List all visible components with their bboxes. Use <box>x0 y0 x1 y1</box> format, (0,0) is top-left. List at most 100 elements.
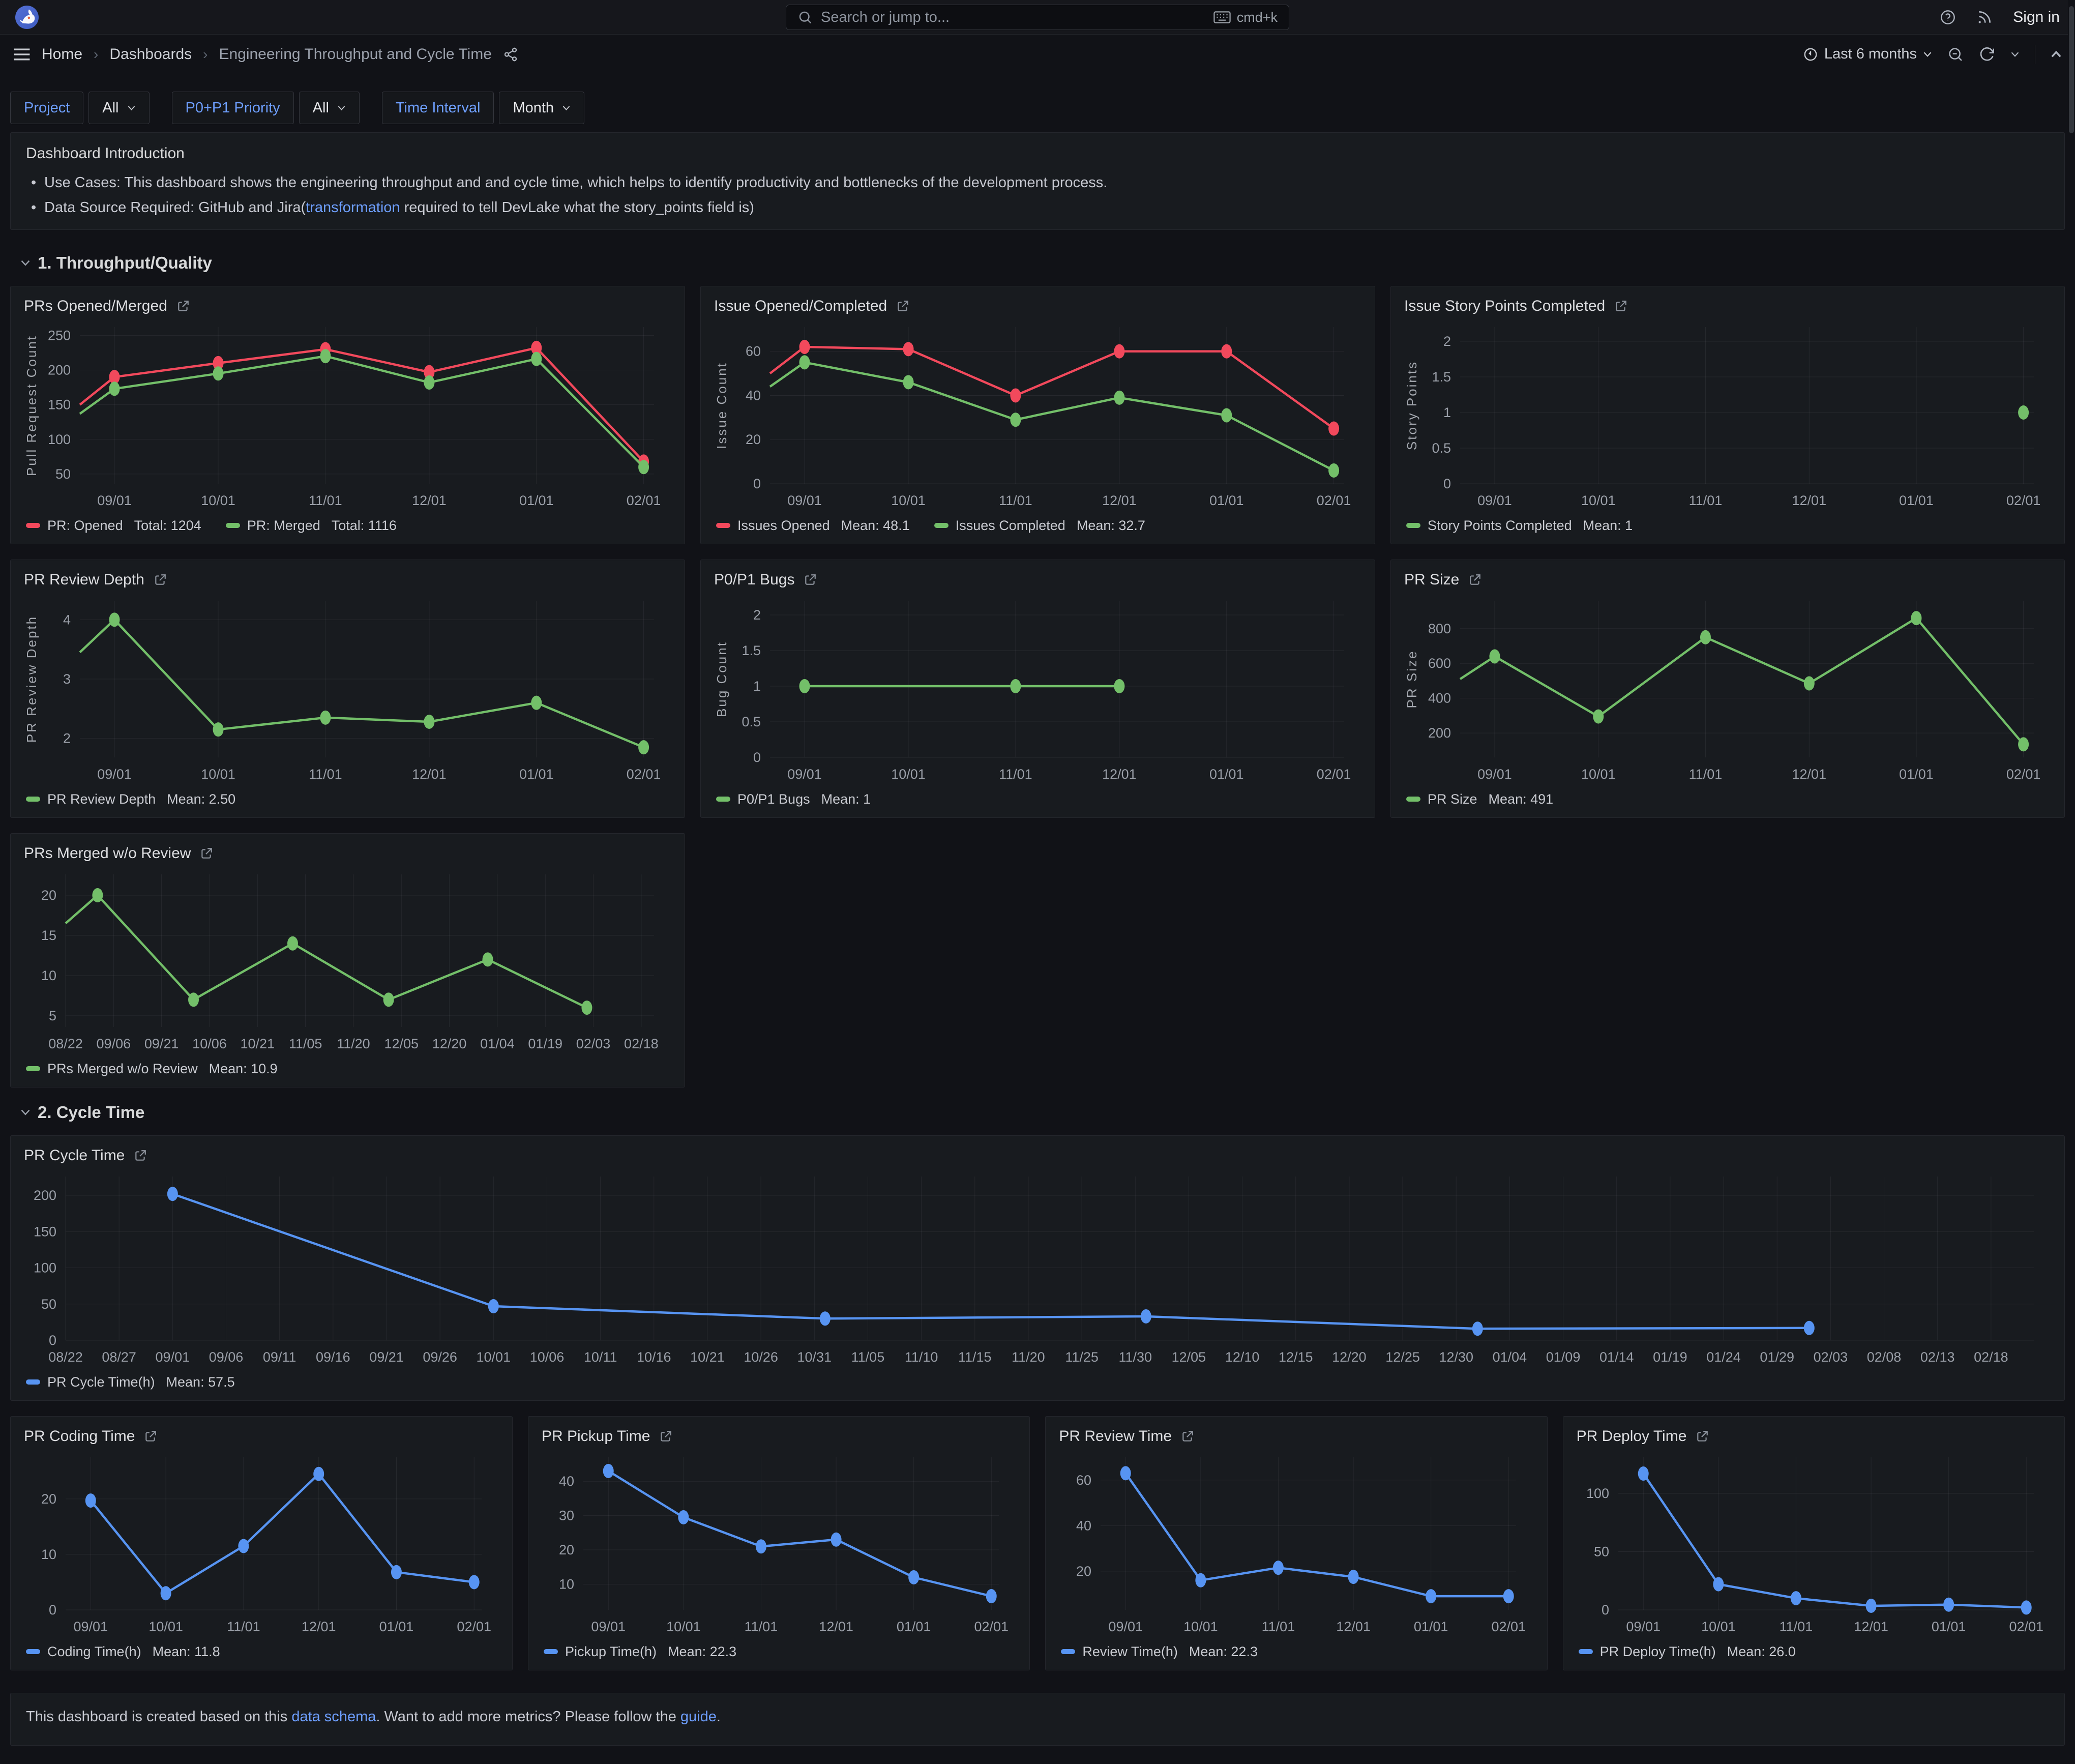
x-tick-label: 02/01 <box>1317 493 1351 508</box>
chart-pr-coding-time[interactable]: 0102009/0110/0111/0112/0101/0102/01 <box>22 1448 501 1639</box>
data-point <box>238 1539 249 1553</box>
grafana-logo[interactable] <box>15 6 39 29</box>
scrollbar-thumb[interactable] <box>2069 6 2074 133</box>
data-point <box>1114 391 1124 405</box>
news-rss-icon[interactable] <box>1976 9 1993 25</box>
x-tick-label: 12/01 <box>1102 767 1137 782</box>
legend-item[interactable]: Issues OpenedMean: 48.1 <box>716 518 910 534</box>
legend-item[interactable]: Story Points CompletedMean: 1 <box>1406 518 1633 534</box>
section-header[interactable]: 1. Throughput/Quality <box>20 253 2055 273</box>
chart-pr-size[interactable]: 20040060080009/0110/0111/0112/0101/0102/… <box>1402 592 2053 787</box>
external-link-icon[interactable] <box>1614 300 1627 313</box>
legend-swatch <box>226 523 240 528</box>
data-point <box>213 366 224 380</box>
chart-panel-pr-deploy-time: PR Deploy Time05010009/0110/0111/0112/01… <box>1563 1416 2065 1670</box>
y-tick-label: 2 <box>753 607 761 623</box>
time-range-picker[interactable]: Last 6 months <box>1803 46 1932 63</box>
y-tick-label: 250 <box>48 328 71 343</box>
legend-item[interactable]: PR Deploy Time(h)Mean: 26.0 <box>1579 1644 1796 1660</box>
filter-label: Project <box>10 92 83 124</box>
panel-title: PRs Merged w/o Review <box>24 845 191 862</box>
data-point <box>424 375 434 390</box>
x-tick-label: 09/01 <box>787 767 822 782</box>
link-transformation[interactable]: transformation <box>306 199 400 216</box>
external-link-icon[interactable] <box>134 1149 147 1162</box>
legend-item[interactable]: P0/P1 Bugs Mean: 1 <box>716 791 871 807</box>
chart-p0p1-bugs[interactable]: 00.511.5209/0110/0111/0112/0101/0102/01B… <box>712 592 1363 787</box>
filter-value-dropdown[interactable]: Month <box>499 92 584 124</box>
external-link-icon[interactable] <box>1696 1430 1709 1443</box>
legend-item[interactable]: Coding Time(h)Mean: 11.8 <box>26 1644 220 1660</box>
y-tick-label: 20 <box>746 432 761 447</box>
chart-pr-pickup-time[interactable]: 1020304009/0110/0111/0112/0101/0102/01 <box>540 1448 1018 1639</box>
legend-item[interactable]: PR Cycle Time(h)Mean: 57.5 <box>26 1374 235 1390</box>
breadcrumb-item-home[interactable]: Home <box>42 46 82 63</box>
x-tick-label: 10/21 <box>690 1349 725 1365</box>
legend-item[interactable]: Issues CompletedMean: 32.7 <box>934 518 1145 534</box>
text-run: Data Source Required: GitHub and Jira( <box>44 199 306 216</box>
external-link-icon[interactable] <box>200 847 213 860</box>
chart-prs-opened-merged[interactable]: 5010015020025009/0110/0111/0112/0101/010… <box>22 318 673 513</box>
search-input[interactable]: Search or jump to... cmd+k <box>786 5 1289 30</box>
legend-item[interactable]: PR: OpenedTotal: 1204 <box>26 518 201 534</box>
legend-series-stat: Mean: 1 <box>821 791 871 807</box>
chart-pr-deploy-time[interactable]: 05010009/0110/0111/0112/0101/0102/01 <box>1575 1448 2053 1639</box>
x-tick-label: 02/01 <box>1492 1619 1526 1634</box>
data-point <box>2018 737 2029 751</box>
external-link-icon[interactable] <box>804 573 817 586</box>
x-tick-label: 12/05 <box>384 1036 419 1051</box>
chart-prs-merged-wo-review[interactable]: 510152008/2209/0609/2110/0610/2111/0511/… <box>22 865 673 1056</box>
panel-row: PR Cycle Time05010015020008/2208/2709/01… <box>10 1135 2065 1401</box>
hamburger-menu-icon[interactable] <box>13 47 31 62</box>
legend-item[interactable]: PRs Merged w/o ReviewMean: 10.9 <box>26 1061 278 1077</box>
data-point <box>188 992 199 1007</box>
external-link-icon[interactable] <box>154 573 167 586</box>
legend-item[interactable]: Pickup Time(h)Mean: 22.3 <box>544 1644 736 1660</box>
filter-value-dropdown[interactable]: All <box>88 92 149 124</box>
y-axis-label: PR Size <box>1404 650 1419 709</box>
link-data-schema[interactable]: data schema <box>291 1709 376 1725</box>
chart-issue-opened-completed[interactable]: 020406009/0110/0111/0112/0101/0102/01Iss… <box>712 318 1363 513</box>
search-placeholder: Search or jump to... <box>821 9 1205 26</box>
filter-value-dropdown[interactable]: All <box>299 92 360 124</box>
external-link-icon[interactable] <box>659 1430 672 1443</box>
x-tick-label: 10/01 <box>201 767 235 782</box>
legend-item[interactable]: PR Review DepthMean: 2.50 <box>26 791 235 807</box>
legend-item[interactable]: PR: MergedTotal: 1116 <box>226 518 397 534</box>
collapse-topbar-icon[interactable] <box>2051 50 2062 58</box>
chart-pr-cycle-time[interactable]: 05010015020008/2208/2709/0109/0609/1109/… <box>22 1167 2053 1370</box>
breadcrumb-item-dashboards[interactable]: Dashboards <box>109 46 192 63</box>
data-point <box>1141 1309 1151 1324</box>
x-tick-label: 11/01 <box>745 1619 778 1634</box>
external-link-icon[interactable] <box>176 300 190 313</box>
data-point <box>903 375 914 389</box>
legend-series-name: P0/P1 Bugs <box>737 791 810 807</box>
external-link-icon[interactable] <box>1468 573 1481 586</box>
data-point <box>424 715 434 729</box>
chart-issue-story-points[interactable]: 00.511.5209/0110/0111/0112/0101/0102/01S… <box>1402 318 2053 513</box>
legend-item[interactable]: PR SizeMean: 491 <box>1406 791 1553 807</box>
legend-item[interactable]: Review Time(h)Mean: 22.3 <box>1061 1644 1258 1660</box>
external-link-icon[interactable] <box>896 300 909 313</box>
y-tick-label: 30 <box>559 1508 574 1523</box>
data-point <box>1489 650 1500 664</box>
chart-pr-review-depth[interactable]: 23409/0110/0111/0112/0101/0102/01PR Revi… <box>22 592 673 787</box>
data-point <box>1221 344 1232 359</box>
link-guide[interactable]: guide <box>680 1709 717 1725</box>
y-tick-label: 400 <box>1428 691 1451 706</box>
y-tick-label: 10 <box>559 1576 574 1592</box>
refresh-interval-caret-icon[interactable] <box>2010 51 2020 57</box>
refresh-icon[interactable] <box>1979 46 1995 63</box>
data-point <box>1791 1591 1801 1605</box>
sign-in-link[interactable]: Sign in <box>2013 9 2060 26</box>
chart-pr-review-time[interactable]: 20406009/0110/0111/0112/0101/0102/01 <box>1057 1448 1535 1639</box>
help-icon[interactable] <box>1940 9 1956 25</box>
section-header[interactable]: 2. Cycle Time <box>20 1103 2055 1122</box>
zoom-out-icon[interactable] <box>1947 46 1964 63</box>
legend-swatch <box>1406 797 1420 802</box>
filter-label: Time Interval <box>382 92 494 124</box>
data-point <box>287 936 298 951</box>
external-link-icon[interactable] <box>1181 1430 1194 1443</box>
external-link-icon[interactable] <box>144 1430 157 1443</box>
share-dashboard-icon[interactable] <box>503 47 518 62</box>
